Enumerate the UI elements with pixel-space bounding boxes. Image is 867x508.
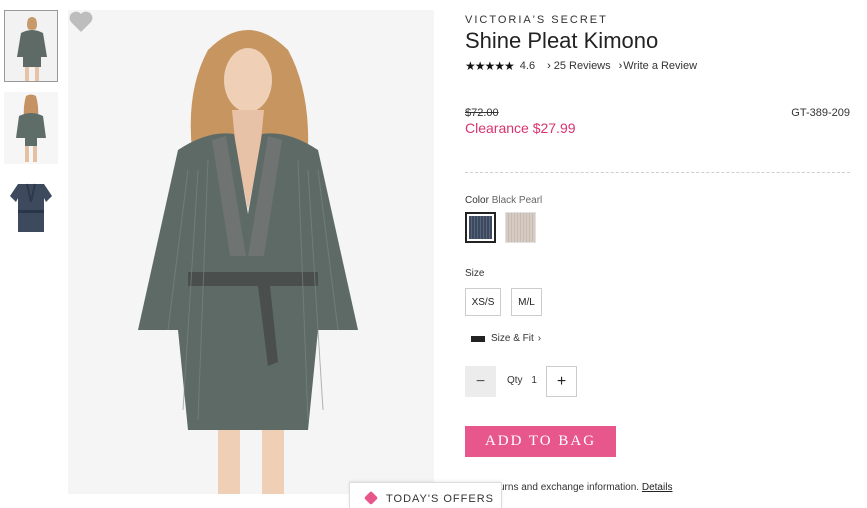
size-option-xs-s[interactable]: XS/S (465, 288, 501, 316)
color-selected-value: Black Pearl (491, 195, 543, 206)
product-title: Shine Pleat Kimono (465, 28, 659, 53)
qty-label: Qty (507, 375, 523, 386)
main-product-image[interactable] (68, 10, 434, 494)
sale-price: Clearance $27.99 (465, 120, 576, 136)
divider (465, 172, 850, 173)
rating-score: 4.6 (519, 60, 536, 72)
size-fit-label: Size & Fit (491, 333, 534, 344)
product-info: VICTORIA'S SECRET Shine Pleat Kimono ★★★… (465, 0, 860, 504)
todays-offers-label: TODAY'S OFFERS (386, 493, 494, 505)
thumbnail-back[interactable] (4, 92, 58, 164)
qty-decrease-button[interactable]: − (465, 366, 496, 397)
tag-icon (363, 490, 379, 506)
heart-icon[interactable] (68, 10, 94, 34)
color-label-text: Color (465, 195, 489, 206)
thumbnail-flat[interactable] (4, 174, 58, 246)
product-sku: GT-389-209 (791, 107, 850, 119)
size-fit-link[interactable]: Size & Fit › (471, 333, 541, 344)
chevron-right-icon: › (618, 60, 623, 72)
thumbnail-front[interactable] (4, 10, 58, 82)
reviews-link[interactable]: 25 Reviews (554, 60, 611, 72)
size-label: Size (465, 268, 485, 279)
returns-details-link[interactable]: Details (642, 482, 673, 493)
color-swatch-alt[interactable] (505, 212, 536, 243)
thumbnail-list (4, 10, 60, 256)
qty-display: Qty 1 (507, 375, 537, 386)
rating-stars: ★★★★★ (465, 59, 515, 73)
write-review-link[interactable]: Write a Review (623, 60, 697, 72)
qty-increase-button[interactable]: + (546, 366, 577, 397)
brand-name: VICTORIA'S SECRET (465, 14, 608, 26)
returns-info: urns and exchange information. Details (499, 482, 672, 493)
chevron-right-icon: › (537, 333, 542, 344)
color-label: Color Black Pearl (465, 195, 542, 206)
qty-value: 1 (531, 375, 537, 386)
rating-row: ★★★★★ 4.6 › 25 Reviews › Write a Review (465, 59, 697, 73)
returns-text: urns and exchange information. (499, 482, 640, 493)
size-option-m-l[interactable]: M/L (511, 288, 542, 316)
chevron-right-icon: › (547, 60, 551, 72)
add-to-bag-button[interactable]: ADD TO BAG (465, 426, 616, 457)
ruler-icon (471, 335, 485, 342)
todays-offers-tab[interactable]: TODAY'S OFFERS (349, 482, 502, 508)
color-swatch-black-pearl[interactable] (465, 212, 496, 243)
original-price: $72.00 (465, 107, 499, 119)
